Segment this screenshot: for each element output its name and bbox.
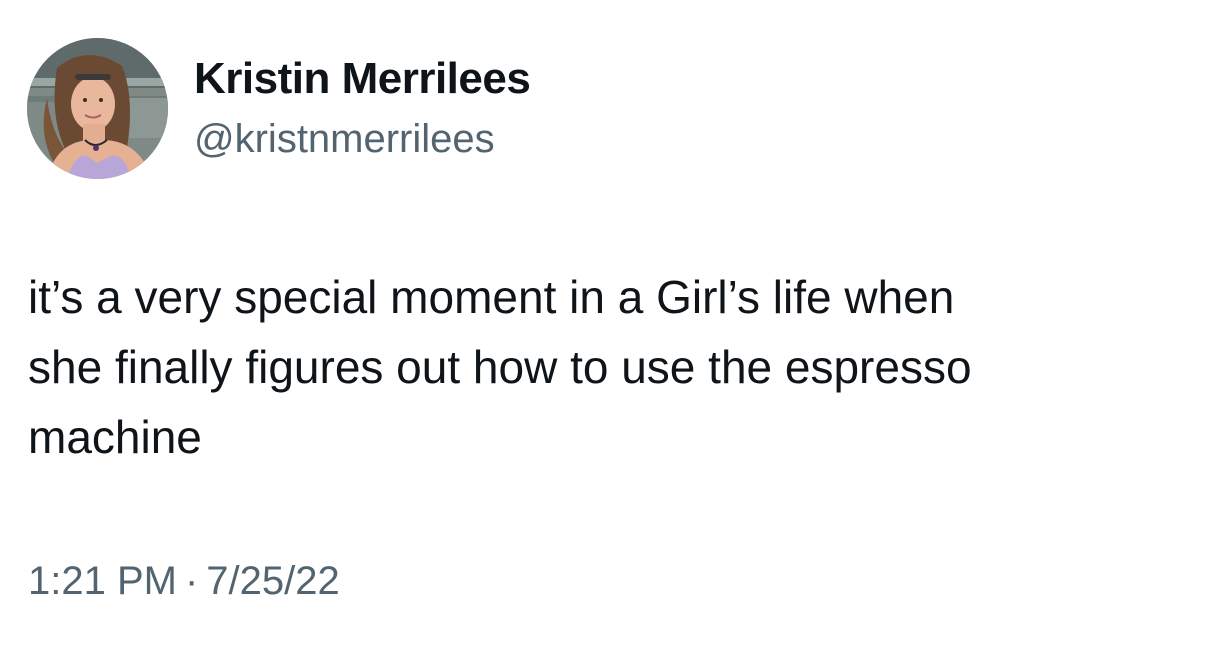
tweet-text-line: she finally figures out how to use the e… bbox=[28, 341, 972, 393]
meta-separator: · bbox=[184, 559, 199, 603]
tweet-text-line: it’s a very special moment in a Girl’s l… bbox=[28, 271, 955, 323]
avatar-photo-icon bbox=[27, 38, 168, 179]
tweet-timestamp[interactable]: 1:21 PM · 7/25/22 bbox=[28, 556, 340, 606]
tweet-date: 7/25/22 bbox=[206, 559, 340, 603]
tweet-text: it’s a very special moment in a Girl’s l… bbox=[28, 262, 1178, 472]
author-display-name[interactable]: Kristin Merrilees bbox=[194, 53, 531, 105]
tweet-time: 1:21 PM bbox=[28, 559, 177, 603]
tweet-card: Kristin Merrilees @kristnmerrilees it’s … bbox=[0, 0, 1206, 649]
author-handle[interactable]: @kristnmerrilees bbox=[194, 114, 495, 164]
tweet-text-line: machine bbox=[28, 411, 202, 463]
author-avatar[interactable] bbox=[27, 38, 168, 179]
